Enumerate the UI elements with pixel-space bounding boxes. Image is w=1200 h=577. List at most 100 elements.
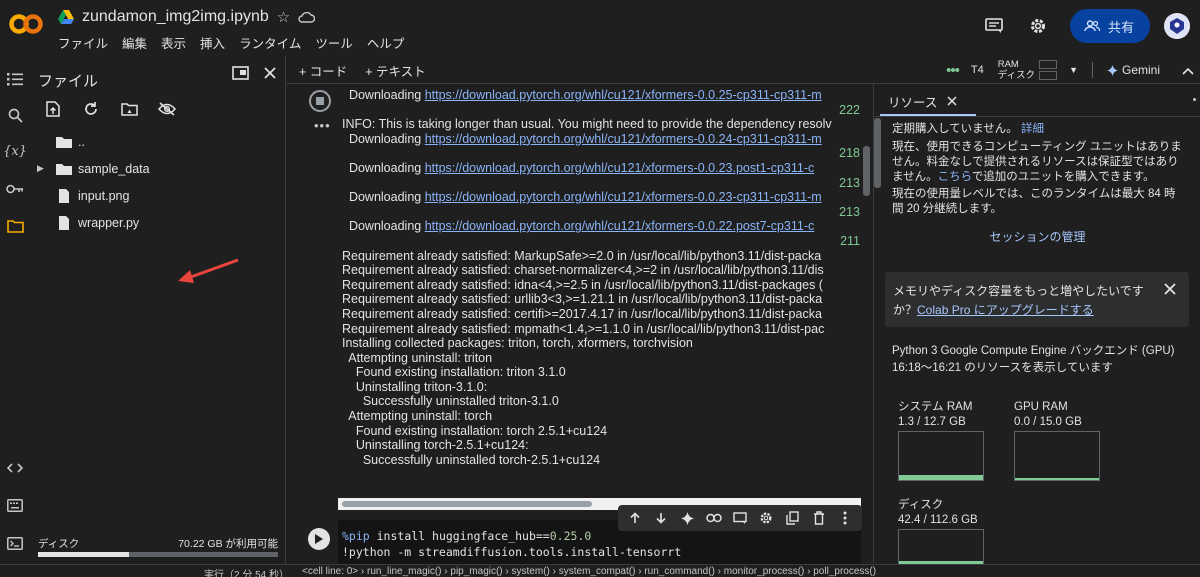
system-ram-title: システム RAM [898,401,973,413]
gemini-button[interactable]: Gemini [1106,63,1160,77]
hide-files-icon[interactable] [158,100,176,118]
output-line: Successfully uninstalled triton-3.1.0 [342,394,559,409]
download-link[interactable]: https://download.pytorch.org/whl/cu121/x… [425,190,822,204]
output-text: Downloading [342,160,425,175]
star-icon[interactable]: ☆ [277,8,290,26]
disk-free: 70.22 GB が利用可能 [178,538,278,550]
chevron-up-icon[interactable] [1182,63,1194,78]
more-icon[interactable] [1193,98,1196,101]
run-cell-button[interactable] [308,528,330,550]
chevron-right-icon[interactable]: ▶ [37,163,44,174]
variables-icon[interactable]: {x} [3,142,27,160]
purchase-link[interactable]: こちら [938,171,972,183]
output-text: Downloading [342,190,425,205]
output-line: Successfully uninstalled torch-2.5.1+cu1… [342,452,601,467]
share-button[interactable]: 共有 [1069,9,1150,43]
folder-icon[interactable] [6,217,24,235]
chevron-down-icon[interactable]: ▼ [1069,65,1078,75]
download-link[interactable]: https://download.pytorch.org/whl/cu121/x… [425,161,815,175]
open-in-tab-icon[interactable] [232,66,249,83]
output-line: Uninstalling triton-3.1.0: [342,379,488,394]
units-text: 現在、使用できるコンピューティング ユニットはありません。料金なしで提供されるリ… [892,140,1182,185]
menu-tools[interactable]: ツール [315,33,353,52]
tree-item-wrapper-py[interactable]: wrapper.py [28,209,285,236]
tree-item-label: .. [78,134,85,149]
tree-item-sample-data[interactable]: ▶ sample_data [28,155,285,182]
code-line-2: !python -m streamdiffusion.tools.install… [342,545,682,559]
download-link[interactable]: https://download.pytorch.org/whl/cu121/x… [425,132,822,146]
link-icon[interactable] [705,509,723,527]
menu-insert[interactable]: 挿入 [200,33,225,52]
download-link[interactable]: https://download.pytorch.org/whl/cu121/x… [425,219,815,233]
manage-sessions-link[interactable]: セッションの管理 [874,228,1200,245]
tree-item-parent[interactable]: .. [28,128,285,155]
resource-mini-bars[interactable] [1039,60,1058,80]
files-panel-title: ファイル [38,73,99,90]
upload-icon[interactable] [44,100,62,118]
upgrade-link[interactable]: Colab Pro にアップグレードする [917,303,1094,317]
runtime-type[interactable]: T4 [971,64,984,76]
menu-edit[interactable]: 編集 [122,33,147,52]
ram-label: RAM [997,59,1019,70]
move-up-icon[interactable] [626,509,644,527]
toc-icon[interactable] [6,70,24,88]
files-panel: ファイル .. ▶ sample_data input.png wrapper.… [28,56,286,564]
more-vert-icon[interactable]: ••• [946,62,960,79]
share-label: 共有 [1107,19,1134,35]
subscription-text: 定期購入していません。 詳細 [892,122,1182,137]
mount-drive-icon[interactable] [120,100,138,118]
output-line: Requirement already satisfied: charset-n… [342,263,824,278]
command-palette-icon[interactable] [6,496,24,514]
add-text-button[interactable]: + テキスト [365,61,425,80]
move-down-icon[interactable] [652,509,670,527]
menu-help[interactable]: ヘルプ [367,33,405,52]
output-line: Attempting uninstall: triton [342,350,493,365]
resource-indicator[interactable]: RAM ディスク [998,59,1035,81]
cell-toolbar [618,505,862,531]
details-link[interactable]: 詳細 [1021,123,1044,135]
add-code-button[interactable]: + コード [299,61,347,80]
key-icon[interactable] [6,180,24,198]
disk-usage-graph [898,529,984,564]
output-line: Found existing installation: triton 3.1.… [342,365,566,380]
comment-icon[interactable] [731,509,749,527]
refresh-icon[interactable] [82,100,100,118]
close-icon[interactable] [947,95,957,109]
menu-view[interactable]: 表示 [161,33,186,52]
more-horiz-icon[interactable]: ••• [314,118,331,133]
notebook-title[interactable]: zundamon_img2img.ipynb [82,8,269,26]
search-icon[interactable] [6,106,24,124]
code-editor[interactable]: %pip install huggingface_hub==0.25.0 !py… [342,528,681,560]
backend-line-2: 16:18〜16:21 のリソースを表示しています [892,362,1113,374]
terminal-icon[interactable] [6,534,24,552]
more-vert-icon[interactable] [836,509,854,527]
output-line: Downloading https://download.pytorch.org… [342,190,860,205]
download-link[interactable]: https://download.pytorch.org/whl/cu121/x… [425,88,822,102]
left-rail: {x} [0,56,28,564]
close-icon[interactable] [263,66,277,83]
stop-cell-button[interactable] [309,90,331,112]
tree-item-input-png[interactable]: input.png [28,182,285,209]
tab-resources[interactable]: リソース [888,92,957,111]
comment-icon[interactable] [982,14,1006,38]
avatar[interactable] [1164,13,1190,39]
output-scrollbar[interactable] [863,88,870,558]
mirror-cell-icon[interactable] [783,509,801,527]
code-snippets-icon[interactable] [6,459,24,477]
delete-icon[interactable] [810,509,828,527]
output-line: INFO: This is taking longer than usual. … [342,117,832,132]
sparkle-icon[interactable] [679,509,697,527]
menu-runtime[interactable]: ランタイム [239,33,301,52]
gear-icon[interactable] [1026,14,1050,38]
output-line: Downloading https://download.pytorch.org… [342,88,860,103]
colab-logo-icon[interactable] [8,10,44,38]
settings-icon[interactable] [757,509,775,527]
file-icon [59,215,69,230]
close-icon[interactable] [1163,282,1179,298]
menu-file[interactable]: ファイル [58,33,108,52]
output-line: Installing collected packages: triton, t… [342,336,693,351]
system-ram-label: システム RAM 1.3 / 12.7 GB [898,400,972,430]
system-ram-graph [898,431,984,481]
output-line: Uninstalling torch-2.5.1+cu124: [342,438,529,453]
resources-scrollbar[interactable] [874,118,881,188]
